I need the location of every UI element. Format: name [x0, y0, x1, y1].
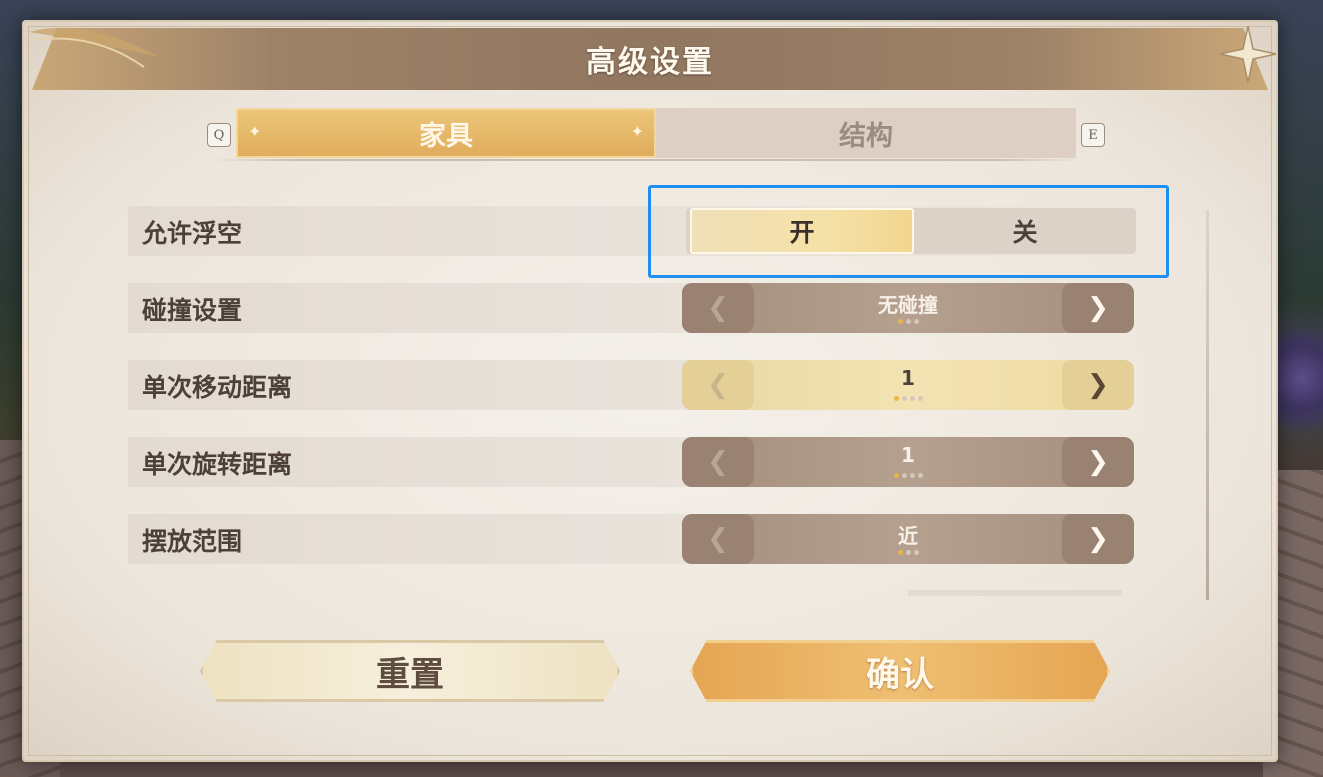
placement-range-prev-button[interactable]: ❮	[682, 514, 754, 564]
placement-range-value: 近	[898, 524, 918, 548]
next-row-preview	[908, 590, 1122, 596]
move-distance-selector: ❮ 1 ❯	[682, 360, 1134, 410]
collision-selector: ❮ 无碰撞 ❯	[682, 283, 1134, 333]
setting-row-move-distance: 单次移动距离 ❮ 1 ❯	[128, 360, 1134, 410]
page-dot	[901, 396, 907, 401]
page-dot	[909, 396, 915, 401]
prev-tab-key-hint[interactable]: Q	[207, 123, 231, 147]
tab-furniture[interactable]: ✦ 家具 ✦	[236, 108, 656, 158]
tab-divider	[212, 159, 1080, 161]
setting-label-rotate-distance: 单次旋转距离	[142, 450, 293, 479]
collision-prev-button[interactable]: ❮	[682, 283, 754, 333]
confirm-button-label: 确认	[866, 654, 934, 695]
page-dot	[913, 550, 919, 555]
confirm-button[interactable]: 确认	[690, 640, 1110, 702]
title-bar: 高级设置	[32, 28, 1268, 90]
move-distance-next-button[interactable]: ❯	[1062, 360, 1134, 410]
tab-furniture-label: 家具	[419, 120, 473, 152]
setting-label-move-distance: 单次移动距离	[142, 373, 293, 402]
page-dot	[905, 550, 911, 555]
page-dot	[897, 319, 903, 324]
sparkle-icon: ✦	[630, 122, 644, 141]
rotate-distance-next-button[interactable]: ❯	[1062, 437, 1134, 487]
page-title: 高级设置	[586, 45, 714, 80]
page-dot	[893, 473, 899, 478]
page-dot	[913, 319, 919, 324]
setting-label-placement-range: 摆放范围	[142, 527, 243, 556]
setting-label-float: 允许浮空	[142, 219, 243, 248]
page-dot	[897, 550, 903, 555]
page-dot	[893, 396, 899, 401]
chevron-right-icon: ❯	[1087, 524, 1109, 554]
next-tab-key-hint[interactable]: E	[1081, 123, 1105, 147]
setting-row-placement-range: 摆放范围 ❮ 近 ❯	[128, 514, 1134, 564]
highlight-box	[648, 185, 1169, 278]
page-dot	[905, 319, 911, 324]
page-dot	[901, 473, 907, 478]
move-distance-value: 1	[901, 366, 915, 390]
page-dot	[917, 396, 923, 401]
move-distance-prev-button[interactable]: ❮	[682, 360, 754, 410]
reset-button[interactable]: 重置	[200, 640, 620, 702]
rotate-distance-selector: ❮ 1 ❯	[682, 437, 1134, 487]
leaf-ornament-icon	[29, 27, 159, 68]
placement-range-selector: ❮ 近 ❯	[682, 514, 1134, 564]
setting-label-collision: 碰撞设置	[142, 296, 243, 325]
chevron-right-icon: ❯	[1087, 293, 1109, 323]
tab-structure[interactable]: 结构	[656, 108, 1076, 158]
placement-range-next-button[interactable]: ❯	[1062, 514, 1134, 564]
star-ornament-icon	[1219, 25, 1277, 83]
rotate-distance-prev-button[interactable]: ❮	[682, 437, 754, 487]
rotate-distance-value: 1	[901, 443, 915, 467]
chevron-right-icon: ❯	[1087, 370, 1109, 400]
reset-button-label: 重置	[376, 654, 444, 695]
collision-value: 无碰撞	[878, 293, 938, 317]
page-dot	[909, 473, 915, 478]
setting-row-collision: 碰撞设置 ❮ 无碰撞 ❯	[128, 283, 1134, 333]
page-dot	[917, 473, 923, 478]
setting-row-rotate-distance: 单次旋转距离 ❮ 1 ❯	[128, 437, 1134, 487]
chevron-right-icon: ❯	[1087, 447, 1109, 477]
collision-next-button[interactable]: ❯	[1062, 283, 1134, 333]
sparkle-icon: ✦	[248, 122, 262, 141]
settings-scrollbar[interactable]	[1206, 210, 1209, 600]
tab-structure-label: 结构	[839, 120, 893, 152]
